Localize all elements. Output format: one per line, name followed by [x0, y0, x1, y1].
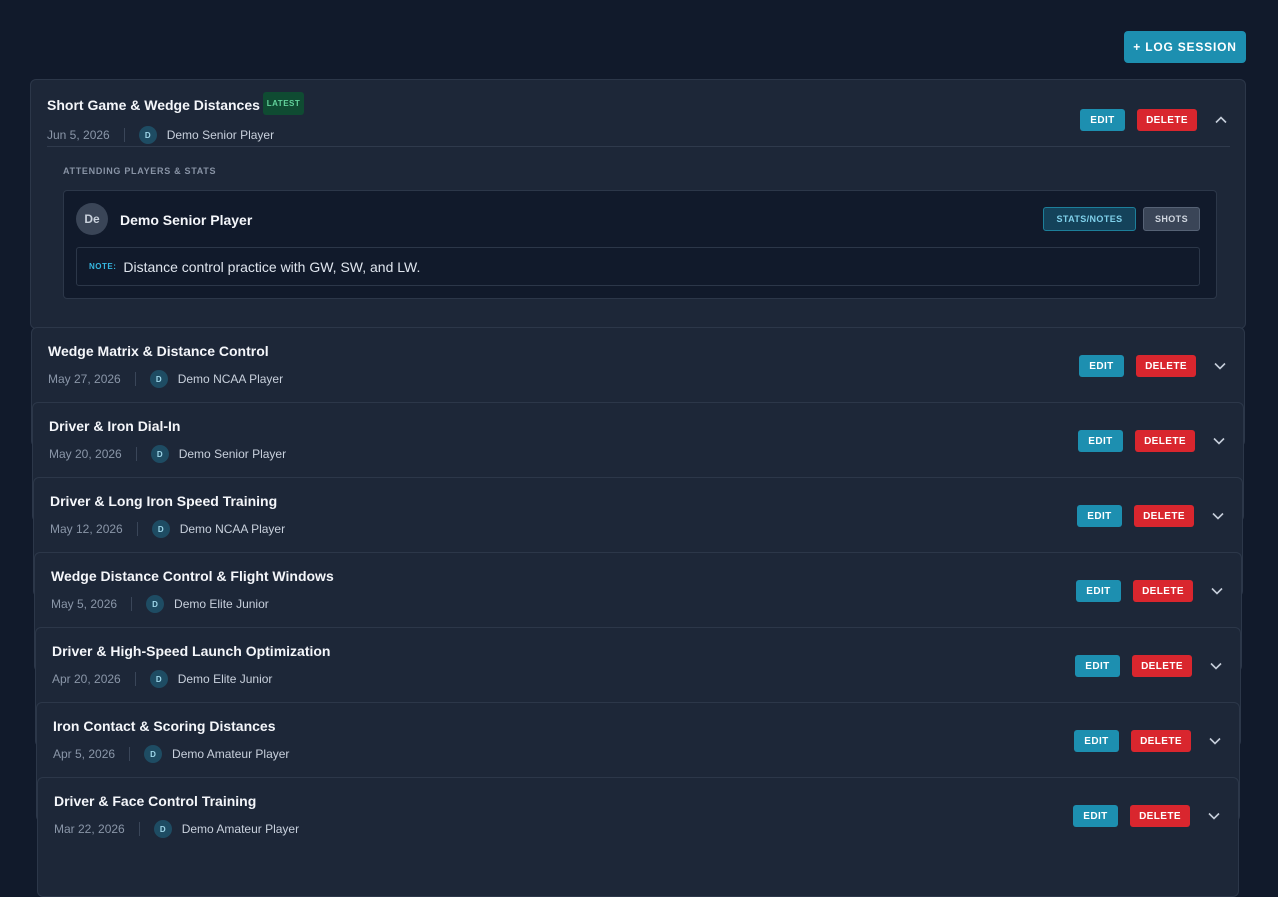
edit-button[interactable]: EDIT: [1080, 109, 1125, 131]
attendee-name: Demo Senior Player: [120, 212, 253, 228]
meta-divider: [134, 672, 136, 686]
tab-stats-notes[interactable]: STATS/NOTES: [1043, 207, 1136, 231]
meta-divider: [131, 597, 133, 611]
meta-divider: [136, 522, 138, 536]
meta-divider: [123, 128, 125, 142]
attending-section-label: ATTENDING PLAYERS & STATS: [63, 166, 217, 176]
attendee-avatar: De: [76, 203, 108, 235]
attendee-note: NOTE: Distance control practice with GW,…: [76, 247, 1200, 286]
chevron-down-icon[interactable]: [1207, 809, 1221, 823]
session-meta: Apr 5, 2026 D Demo Amateur Player: [53, 745, 289, 763]
meta-divider: [129, 747, 131, 761]
player-name: Demo Senior Player: [166, 128, 275, 142]
delete-button[interactable]: DELETE: [1133, 580, 1193, 602]
session-title[interactable]: Driver & High-Speed Launch Optimization: [52, 643, 330, 659]
meta-divider: [138, 822, 140, 836]
player-avatar: D: [149, 670, 168, 688]
chevron-down-icon[interactable]: [1209, 659, 1223, 673]
session-meta: Apr 20, 2026 D Demo Elite Junior: [52, 670, 272, 688]
session-meta: May 20, 2026 D Demo Senior Player: [49, 445, 286, 463]
player-avatar: D: [151, 520, 170, 538]
edit-button[interactable]: EDIT: [1079, 355, 1124, 377]
delete-button[interactable]: DELETE: [1137, 109, 1197, 131]
meta-divider: [134, 372, 136, 386]
player-name: Demo NCAA Player: [179, 522, 286, 536]
session-date: Jun 5, 2026: [47, 128, 110, 142]
player-name: Demo Senior Player: [178, 447, 287, 461]
delete-button[interactable]: DELETE: [1131, 730, 1191, 752]
chevron-down-icon[interactable]: [1212, 434, 1226, 448]
chevron-up-icon[interactable]: [1214, 113, 1228, 127]
delete-button[interactable]: DELETE: [1136, 355, 1196, 377]
player-name: Demo Amateur Player: [181, 822, 300, 836]
chevron-down-icon[interactable]: [1211, 509, 1225, 523]
session-title[interactable]: Iron Contact & Scoring Distances: [53, 718, 275, 734]
edit-button[interactable]: EDIT: [1077, 505, 1122, 527]
session-title[interactable]: Driver & Long Iron Speed Training: [50, 493, 277, 509]
player-avatar: D: [146, 595, 165, 613]
player-avatar: D: [150, 445, 169, 463]
chevron-down-icon[interactable]: [1210, 584, 1224, 598]
latest-badge: LATEST: [263, 92, 304, 115]
player-avatar: D: [153, 820, 172, 838]
note-label: NOTE:: [89, 262, 117, 271]
player-avatar: D: [149, 370, 168, 388]
session-meta: May 27, 2026 D Demo NCAA Player: [48, 370, 283, 388]
session-title[interactable]: Driver & Face Control Training: [54, 793, 256, 809]
session-card-expanded: Short Game & Wedge Distances LATEST Jun …: [30, 79, 1246, 329]
session-date: May 12, 2026: [50, 522, 123, 536]
player-name: Demo Elite Junior: [174, 597, 269, 611]
session-title[interactable]: Wedge Matrix & Distance Control: [48, 343, 269, 359]
meta-divider: [135, 447, 137, 461]
edit-button[interactable]: EDIT: [1076, 580, 1121, 602]
session-date: Mar 22, 2026: [54, 822, 125, 836]
session-card[interactable]: Driver & Face Control Training Mar 22, 2…: [37, 777, 1239, 897]
session-title[interactable]: Wedge Distance Control & Flight Windows: [51, 568, 334, 584]
session-meta: Mar 22, 2026 D Demo Amateur Player: [54, 820, 299, 838]
delete-button[interactable]: DELETE: [1135, 430, 1195, 452]
tab-shots[interactable]: SHOTS: [1143, 207, 1200, 231]
session-meta: Jun 5, 2026 D Demo Senior Player: [47, 126, 274, 144]
log-session-button[interactable]: + LOG SESSION: [1124, 31, 1246, 63]
player-avatar: D: [144, 745, 163, 763]
note-text: Distance control practice with GW, SW, a…: [123, 258, 421, 275]
session-date: Apr 5, 2026: [53, 747, 116, 761]
session-date: May 5, 2026: [51, 597, 118, 611]
session-title[interactable]: Short Game & Wedge Distances: [47, 97, 260, 113]
player-name: Demo Amateur Player: [172, 747, 290, 761]
attendee-card: De Demo Senior Player STATS/NOTES SHOTS …: [63, 190, 1217, 299]
session-meta: May 5, 2026 D Demo Elite Junior: [51, 595, 269, 613]
delete-button[interactable]: DELETE: [1134, 505, 1194, 527]
player-name: Demo NCAA Player: [177, 372, 284, 386]
edit-button[interactable]: EDIT: [1075, 655, 1120, 677]
card-divider: [47, 146, 1230, 147]
delete-button[interactable]: DELETE: [1132, 655, 1192, 677]
delete-button[interactable]: DELETE: [1130, 805, 1190, 827]
edit-button[interactable]: EDIT: [1078, 430, 1123, 452]
session-meta: May 12, 2026 D Demo NCAA Player: [50, 520, 285, 538]
chevron-down-icon[interactable]: [1208, 734, 1222, 748]
edit-button[interactable]: EDIT: [1073, 805, 1118, 827]
player-avatar: D: [138, 126, 157, 144]
session-date: May 27, 2026: [48, 372, 121, 386]
chevron-down-icon[interactable]: [1213, 359, 1227, 373]
session-date: Apr 20, 2026: [52, 672, 121, 686]
session-title[interactable]: Driver & Iron Dial-In: [49, 418, 180, 434]
session-date: May 20, 2026: [49, 447, 122, 461]
edit-button[interactable]: EDIT: [1074, 730, 1119, 752]
player-name: Demo Elite Junior: [177, 672, 273, 686]
